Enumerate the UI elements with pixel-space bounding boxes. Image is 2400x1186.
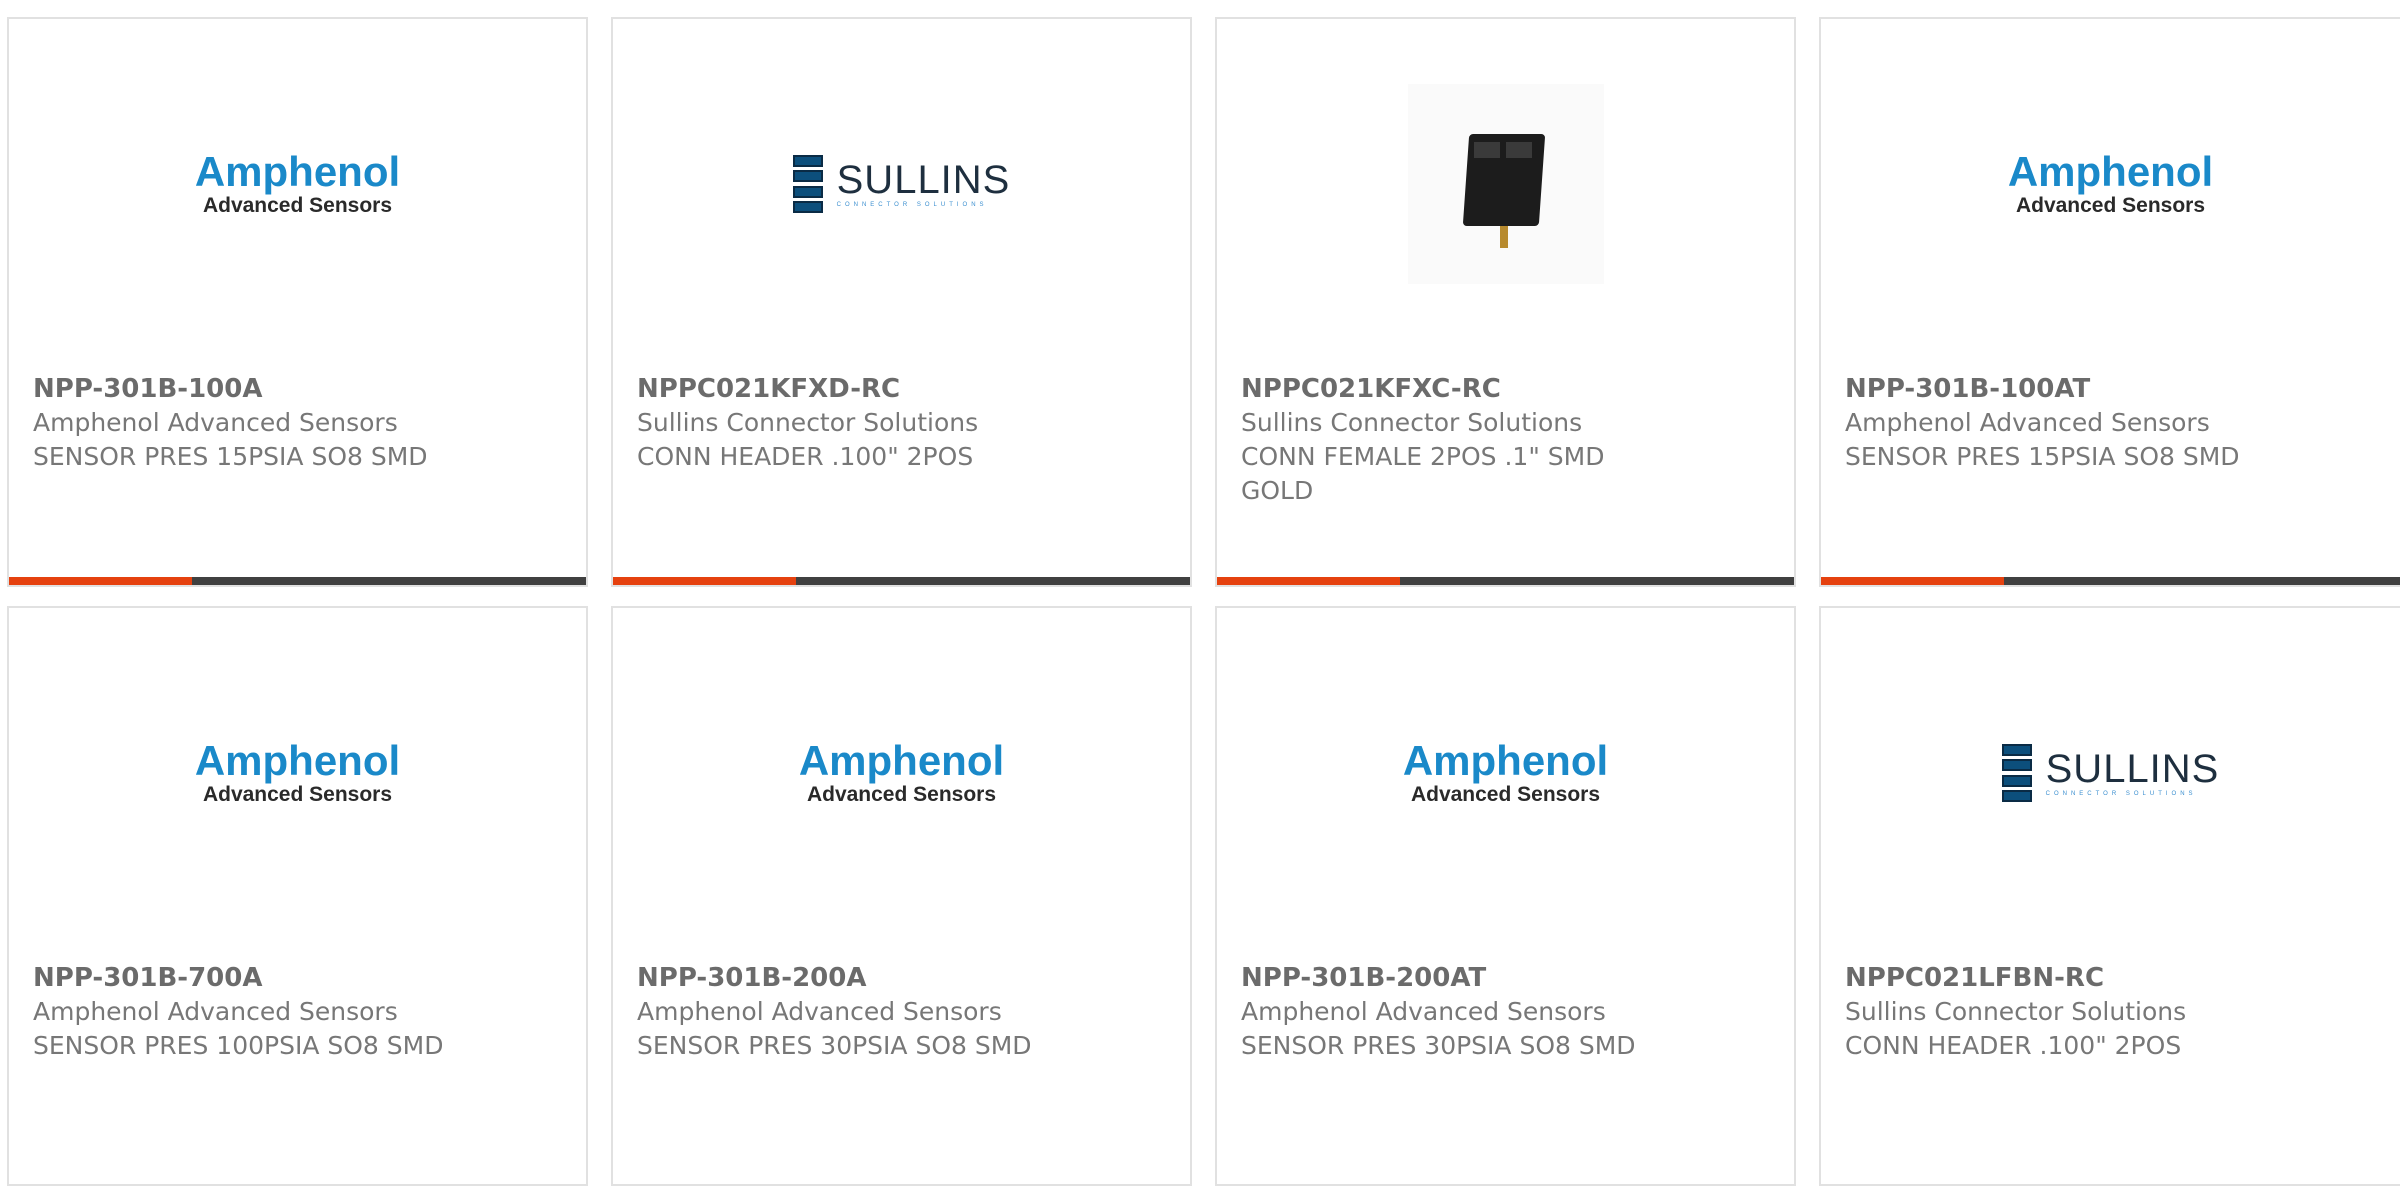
sullins-logo: SULLINS CONNECTOR SOLUTIONS	[2001, 744, 2220, 802]
amphenol-logo: Amphenol Advanced Sensors	[1402, 737, 1609, 807]
product-image[interactable]	[1217, 19, 1794, 349]
manufacturer: Amphenol Advanced Sensors	[33, 408, 398, 437]
card-bar-accent	[9, 577, 192, 585]
description: SENSOR PRES 15PSIA SO8 SMD	[1845, 442, 2240, 471]
description: CONN HEADER .100" 2POS	[1845, 1031, 2182, 1060]
product-card[interactable]: NPPC021KFXC-RC Sullins Connector Solutio…	[1215, 17, 1796, 587]
product-image[interactable]: Amphenol Advanced Sensors	[1821, 19, 2400, 349]
product-image[interactable]: Amphenol Advanced Sensors	[1217, 608, 1794, 938]
amphenol-logo: Amphenol Advanced Sensors	[2007, 148, 2214, 218]
card-bar	[613, 577, 1190, 585]
manufacturer: Sullins Connector Solutions	[1845, 997, 2187, 1026]
product-image[interactable]: SULLINS CONNECTOR SOLUTIONS	[1821, 608, 2400, 938]
product-card[interactable]: Amphenol Advanced Sensors NPP-301B-200A …	[611, 606, 1192, 1186]
product-image[interactable]: Amphenol Advanced Sensors	[613, 608, 1190, 938]
sullins-logo: SULLINS CONNECTOR SOLUTIONS	[792, 155, 1011, 213]
manufacturer: Amphenol Advanced Sensors	[33, 997, 398, 1026]
manufacturer: Amphenol Advanced Sensors	[1241, 997, 1606, 1026]
product-card[interactable]: Amphenol Advanced Sensors NPP-301B-700A …	[7, 606, 588, 1186]
card-bar	[1217, 577, 1794, 585]
description: CONN FEMALE 2POS .1" SMD GOLD	[1241, 442, 1605, 505]
product-card[interactable]: Amphenol Advanced Sensors NPP-301B-200AT…	[1215, 606, 1796, 1186]
part-number[interactable]: NPPC021KFXD-RC	[637, 372, 1170, 406]
part-number[interactable]: NPP-301B-100A	[33, 372, 566, 406]
product-card[interactable]: Amphenol Advanced Sensors NPP-301B-100AT…	[1819, 17, 2400, 587]
part-number[interactable]: NPP-301B-200A	[637, 961, 1170, 995]
card-bar-accent	[1821, 577, 2004, 585]
product-card[interactable]: SULLINS CONNECTOR SOLUTIONS NPPC021LFBN-…	[1819, 606, 2400, 1186]
description: CONN HEADER .100" 2POS	[637, 442, 974, 471]
card-bar	[1821, 577, 2400, 585]
product-grid: Amphenol Advanced Sensors NPP-301B-100A …	[0, 0, 2400, 1186]
part-number[interactable]: NPP-301B-100AT	[1845, 372, 2380, 406]
description: SENSOR PRES 15PSIA SO8 SMD	[33, 442, 428, 471]
product-image[interactable]: Amphenol Advanced Sensors	[9, 19, 586, 349]
product-image[interactable]: SULLINS CONNECTOR SOLUTIONS	[613, 19, 1190, 349]
amphenol-logo: Amphenol Advanced Sensors	[194, 737, 401, 807]
product-card[interactable]: Amphenol Advanced Sensors NPP-301B-100A …	[7, 17, 588, 587]
description: SENSOR PRES 30PSIA SO8 SMD	[637, 1031, 1032, 1060]
manufacturer: Sullins Connector Solutions	[637, 408, 979, 437]
product-image[interactable]: Amphenol Advanced Sensors	[9, 608, 586, 938]
manufacturer: Sullins Connector Solutions	[1241, 408, 1583, 437]
manufacturer: Amphenol Advanced Sensors	[1845, 408, 2210, 437]
product-card[interactable]: SULLINS CONNECTOR SOLUTIONS NPPC021KFXD-…	[611, 17, 1192, 587]
description: SENSOR PRES 30PSIA SO8 SMD	[1241, 1031, 1636, 1060]
manufacturer: Amphenol Advanced Sensors	[637, 997, 1002, 1026]
part-number[interactable]: NPPC021LFBN-RC	[1845, 961, 2380, 995]
description: SENSOR PRES 100PSIA SO8 SMD	[33, 1031, 444, 1060]
part-number[interactable]: NPP-301B-700A	[33, 961, 566, 995]
card-bar-accent	[1217, 577, 1400, 585]
part-number[interactable]: NPP-301B-200AT	[1241, 961, 1774, 995]
connector-photo	[1407, 84, 1604, 284]
amphenol-logo: Amphenol Advanced Sensors	[798, 737, 1005, 807]
amphenol-logo: Amphenol Advanced Sensors	[194, 148, 401, 218]
part-number[interactable]: NPPC021KFXC-RC	[1241, 372, 1644, 406]
card-bar	[9, 577, 586, 585]
card-bar-accent	[613, 577, 796, 585]
